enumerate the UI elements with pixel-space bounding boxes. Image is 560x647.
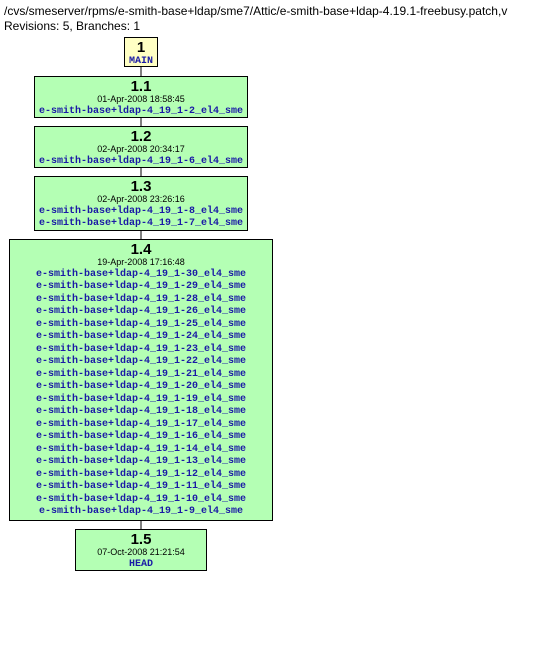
node-1-4-tag-5: e-smith-base+ldap-4_19_1-24_el4_sme	[10, 331, 272, 344]
node-1-4-date: 19-Apr-2008 17:16:48	[10, 258, 272, 268]
node-1-4-tag-19: e-smith-base+ldap-4_19_1-9_el4_sme	[10, 506, 272, 519]
node-1-1-ver: 1.1	[35, 77, 247, 94]
node-1-4-tag-1: e-smith-base+ldap-4_19_1-29_el4_sme	[10, 281, 272, 294]
node-1-4-ver: 1.4	[10, 240, 272, 257]
node-1-4-tag-7: e-smith-base+ldap-4_19_1-22_el4_sme	[10, 356, 272, 369]
revision-graph: 1 MAIN 1.1 01-Apr-2008 18:58:45 e-smith-…	[4, 33, 556, 643]
node-1-2[interactable]: 1.2 02-Apr-2008 20:34:17 e-smith-base+ld…	[34, 126, 248, 168]
node-1-4-tag-6: e-smith-base+ldap-4_19_1-23_el4_sme	[10, 344, 272, 357]
node-1-3-tag-0: e-smith-base+ldap-4_19_1-8_el4_sme	[35, 206, 247, 219]
file-path: /cvs/smeserver/rpms/e-smith-base+ldap/sm…	[4, 4, 556, 18]
node-1-4-tag-2: e-smith-base+ldap-4_19_1-28_el4_sme	[10, 294, 272, 307]
node-main-ver: 1	[125, 38, 157, 55]
node-1-5[interactable]: 1.5 07-Oct-2008 21:21:54 HEAD	[75, 529, 207, 571]
node-1-4-tag-18: e-smith-base+ldap-4_19_1-10_el4_sme	[10, 494, 272, 507]
node-1-4-tag-0: e-smith-base+ldap-4_19_1-30_el4_sme	[10, 269, 272, 282]
node-1-4-tag-16: e-smith-base+ldap-4_19_1-12_el4_sme	[10, 469, 272, 482]
node-1-4-tag-10: e-smith-base+ldap-4_19_1-19_el4_sme	[10, 394, 272, 407]
node-1-3-date: 02-Apr-2008 23:26:16	[35, 195, 247, 205]
node-1-3-tag-1: e-smith-base+ldap-4_19_1-7_el4_sme	[35, 218, 247, 231]
connector-main-11	[141, 67, 142, 76]
node-1-5-date: 07-Oct-2008 21:21:54	[76, 548, 206, 558]
node-main[interactable]: 1 MAIN	[124, 37, 158, 67]
revisions-summary: Revisions: 5, Branches: 1	[4, 19, 556, 33]
node-1-4-tag-14: e-smith-base+ldap-4_19_1-14_el4_sme	[10, 444, 272, 457]
node-1-4-tag-17: e-smith-base+ldap-4_19_1-11_el4_sme	[10, 481, 272, 494]
node-1-4[interactable]: 1.4 19-Apr-2008 17:16:48 e-smith-base+ld…	[9, 239, 273, 521]
node-1-4-tag-4: e-smith-base+ldap-4_19_1-25_el4_sme	[10, 319, 272, 332]
node-1-1[interactable]: 1.1 01-Apr-2008 18:58:45 e-smith-base+ld…	[34, 76, 248, 118]
node-1-4-tag-9: e-smith-base+ldap-4_19_1-20_el4_sme	[10, 381, 272, 394]
connector-14-15	[141, 521, 142, 529]
node-1-1-date: 01-Apr-2008 18:58:45	[35, 95, 247, 105]
node-1-2-ver: 1.2	[35, 127, 247, 144]
node-1-2-date: 02-Apr-2008 20:34:17	[35, 145, 247, 155]
node-1-4-tag-15: e-smith-base+ldap-4_19_1-13_el4_sme	[10, 456, 272, 469]
node-1-4-tag-13: e-smith-base+ldap-4_19_1-16_el4_sme	[10, 431, 272, 444]
node-1-5-tag-0: HEAD	[76, 559, 206, 572]
node-1-3[interactable]: 1.3 02-Apr-2008 23:26:16 e-smith-base+ld…	[34, 176, 248, 231]
node-1-4-tag-3: e-smith-base+ldap-4_19_1-26_el4_sme	[10, 306, 272, 319]
connector-12-13	[141, 168, 142, 176]
connector-13-14	[141, 231, 142, 239]
node-1-3-ver: 1.3	[35, 177, 247, 194]
node-1-4-tag-12: e-smith-base+ldap-4_19_1-17_el4_sme	[10, 419, 272, 432]
node-1-4-tag-8: e-smith-base+ldap-4_19_1-21_el4_sme	[10, 369, 272, 382]
node-1-2-tag-0: e-smith-base+ldap-4_19_1-6_el4_sme	[35, 156, 247, 169]
node-1-5-ver: 1.5	[76, 530, 206, 547]
connector-11-12	[141, 118, 142, 126]
node-1-4-tag-11: e-smith-base+ldap-4_19_1-18_el4_sme	[10, 406, 272, 419]
node-1-1-tag-0: e-smith-base+ldap-4_19_1-2_el4_sme	[35, 106, 247, 119]
